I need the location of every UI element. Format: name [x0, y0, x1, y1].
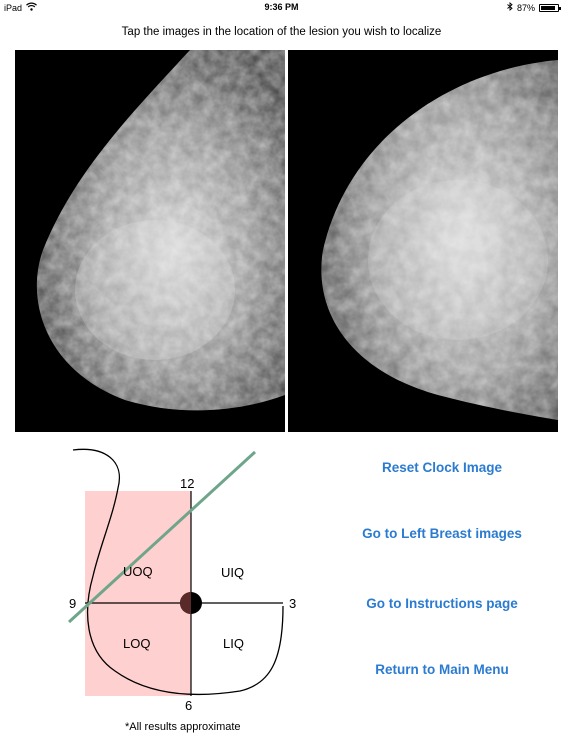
- instruction-text: Tap the images in the location of the le…: [121, 26, 442, 38]
- battery-icon: [539, 3, 561, 12]
- clock-label-6: 6: [185, 698, 192, 713]
- status-bar: iPad 9:36 PM 87%: [0, 0, 563, 16]
- quadrant-uoq-label: UOQ: [123, 564, 153, 579]
- main-menu-button[interactable]: Return to Main Menu: [322, 662, 562, 677]
- clock-time: 9:36 PM: [264, 2, 299, 12]
- breast-clock-diagram[interactable]: 12 9 3 6 UOQ UIQ LOQ LIQ *All results ap…: [55, 446, 315, 736]
- quadrant-liq-label: LIQ: [223, 636, 244, 651]
- quadrant-uiq-label: UIQ: [221, 565, 244, 580]
- mammogram-image-right[interactable]: [288, 50, 558, 432]
- status-right: 87%: [507, 2, 561, 13]
- clock-label-9: 9: [69, 596, 76, 611]
- bluetooth-icon: [507, 2, 513, 13]
- left-breast-images-button[interactable]: Go to Left Breast images: [322, 526, 562, 541]
- approximation-footnote: *All results approximate: [125, 721, 241, 733]
- clock-label-12: 12: [180, 476, 194, 491]
- reset-clock-button[interactable]: Reset Clock Image: [322, 460, 562, 475]
- mammogram-image-left[interactable]: [15, 50, 285, 432]
- clock-label-3: 3: [289, 596, 296, 611]
- quadrant-loq-label: LOQ: [123, 636, 150, 651]
- instructions-page-button[interactable]: Go to Instructions page: [322, 596, 562, 611]
- battery-percent: 87%: [516, 2, 535, 13]
